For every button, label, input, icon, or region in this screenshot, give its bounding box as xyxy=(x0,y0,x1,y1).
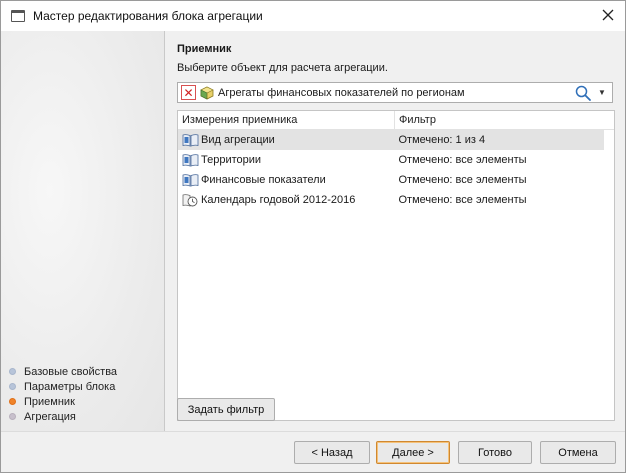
dimension-name: Календарь годовой 2012-2016 xyxy=(201,194,356,206)
dimension-cell: Вид агрегации xyxy=(178,133,394,147)
step-aggregation[interactable]: Агрегация xyxy=(9,409,117,424)
filter-cell[interactable]: Отмечено: все элементы xyxy=(394,174,604,186)
dimension-cell: Календарь годовой 2012-2016 xyxy=(178,193,394,207)
table-row[interactable]: Финансовые показатели Отмечено: все элеме… xyxy=(178,170,604,190)
column-header-filter[interactable]: Фильтр xyxy=(395,111,605,130)
column-header-dimension[interactable]: Измерения приемника xyxy=(178,111,395,130)
receiver-object-select[interactable]: ✕ Агрегаты финансовых показателей по рег… xyxy=(177,82,613,103)
dimension-name: Вид агрегации xyxy=(201,134,275,146)
dimension-cell: Территории xyxy=(178,153,394,167)
table-row[interactable]: Территории Отмечено: все элементы xyxy=(178,150,604,170)
step-label: Базовые свойства xyxy=(24,365,118,378)
search-icon[interactable] xyxy=(574,84,592,102)
step-dot-icon xyxy=(9,413,16,420)
close-icon[interactable] xyxy=(597,4,619,26)
section-subtitle: Выберите объект для расчета агрегации. xyxy=(177,62,388,74)
grid-header: Измерения приемника Фильтр xyxy=(178,111,614,130)
dimensions-grid: Измерения приемника Фильтр Вид агрегации… xyxy=(177,110,615,421)
filter-cell[interactable]: Отмечено: все элементы xyxy=(394,194,604,206)
dictionary-icon xyxy=(182,153,199,167)
filter-cell[interactable]: Отмечено: все элементы xyxy=(394,154,604,166)
step-block-parameters[interactable]: Параметры блока xyxy=(9,379,117,394)
step-dot-icon xyxy=(9,383,16,390)
cancel-button[interactable]: Отмена xyxy=(540,441,616,464)
section-title: Приемник xyxy=(177,43,232,55)
dictionary-icon xyxy=(182,173,199,187)
step-label: Параметры блока xyxy=(24,380,116,393)
step-label: Агрегация xyxy=(24,410,76,423)
dimension-cell: Финансовые показатели xyxy=(178,173,394,187)
step-receiver[interactable]: Приемник xyxy=(9,394,117,409)
step-dot-icon xyxy=(9,398,16,405)
dimension-name: Территории xyxy=(201,154,262,166)
dictionary-icon xyxy=(182,133,199,147)
table-row[interactable]: Вид агрегации Отмечено: 1 из 4 xyxy=(178,130,604,150)
filter-cell[interactable]: Отмечено: 1 из 4 xyxy=(394,134,604,146)
dimension-name: Финансовые показатели xyxy=(201,174,326,186)
clear-x-icon[interactable]: ✕ xyxy=(181,85,196,100)
set-filter-button[interactable]: Задать фильтр xyxy=(177,398,275,421)
back-button[interactable]: < Назад xyxy=(294,441,370,464)
step-basic-properties[interactable]: Базовые свойства xyxy=(9,364,117,379)
window-icon xyxy=(11,10,25,22)
cube-icon xyxy=(200,86,214,99)
done-button[interactable]: Готово xyxy=(458,441,532,464)
window-title: Мастер редактирования блока агрегации xyxy=(33,9,263,23)
table-row[interactable]: Календарь годовой 2012-2016 Отмечено: все… xyxy=(178,190,604,210)
chevron-down-icon[interactable]: ▼ xyxy=(596,88,608,97)
wizard-sidebar: Базовые свойства Параметры блока Приемни… xyxy=(1,31,165,431)
calendar-dictionary-icon xyxy=(182,193,199,207)
next-button[interactable]: Далее > xyxy=(376,441,450,464)
title-bar: Мастер редактирования блока агрегации xyxy=(1,1,625,31)
wizard-content: Приемник Выберите объект для расчета агр… xyxy=(166,31,625,431)
step-dot-icon xyxy=(9,368,16,375)
wizard-window: Мастер редактирования блока агрегации Ба… xyxy=(0,0,626,473)
step-label: Приемник xyxy=(24,395,75,408)
wizard-steps: Базовые свойства Параметры блока Приемни… xyxy=(9,364,117,424)
grid-body: Вид агрегации Отмечено: 1 из 4 Территории О… xyxy=(178,130,614,210)
receiver-object-value: Агрегаты финансовых показателей по регио… xyxy=(218,86,465,99)
